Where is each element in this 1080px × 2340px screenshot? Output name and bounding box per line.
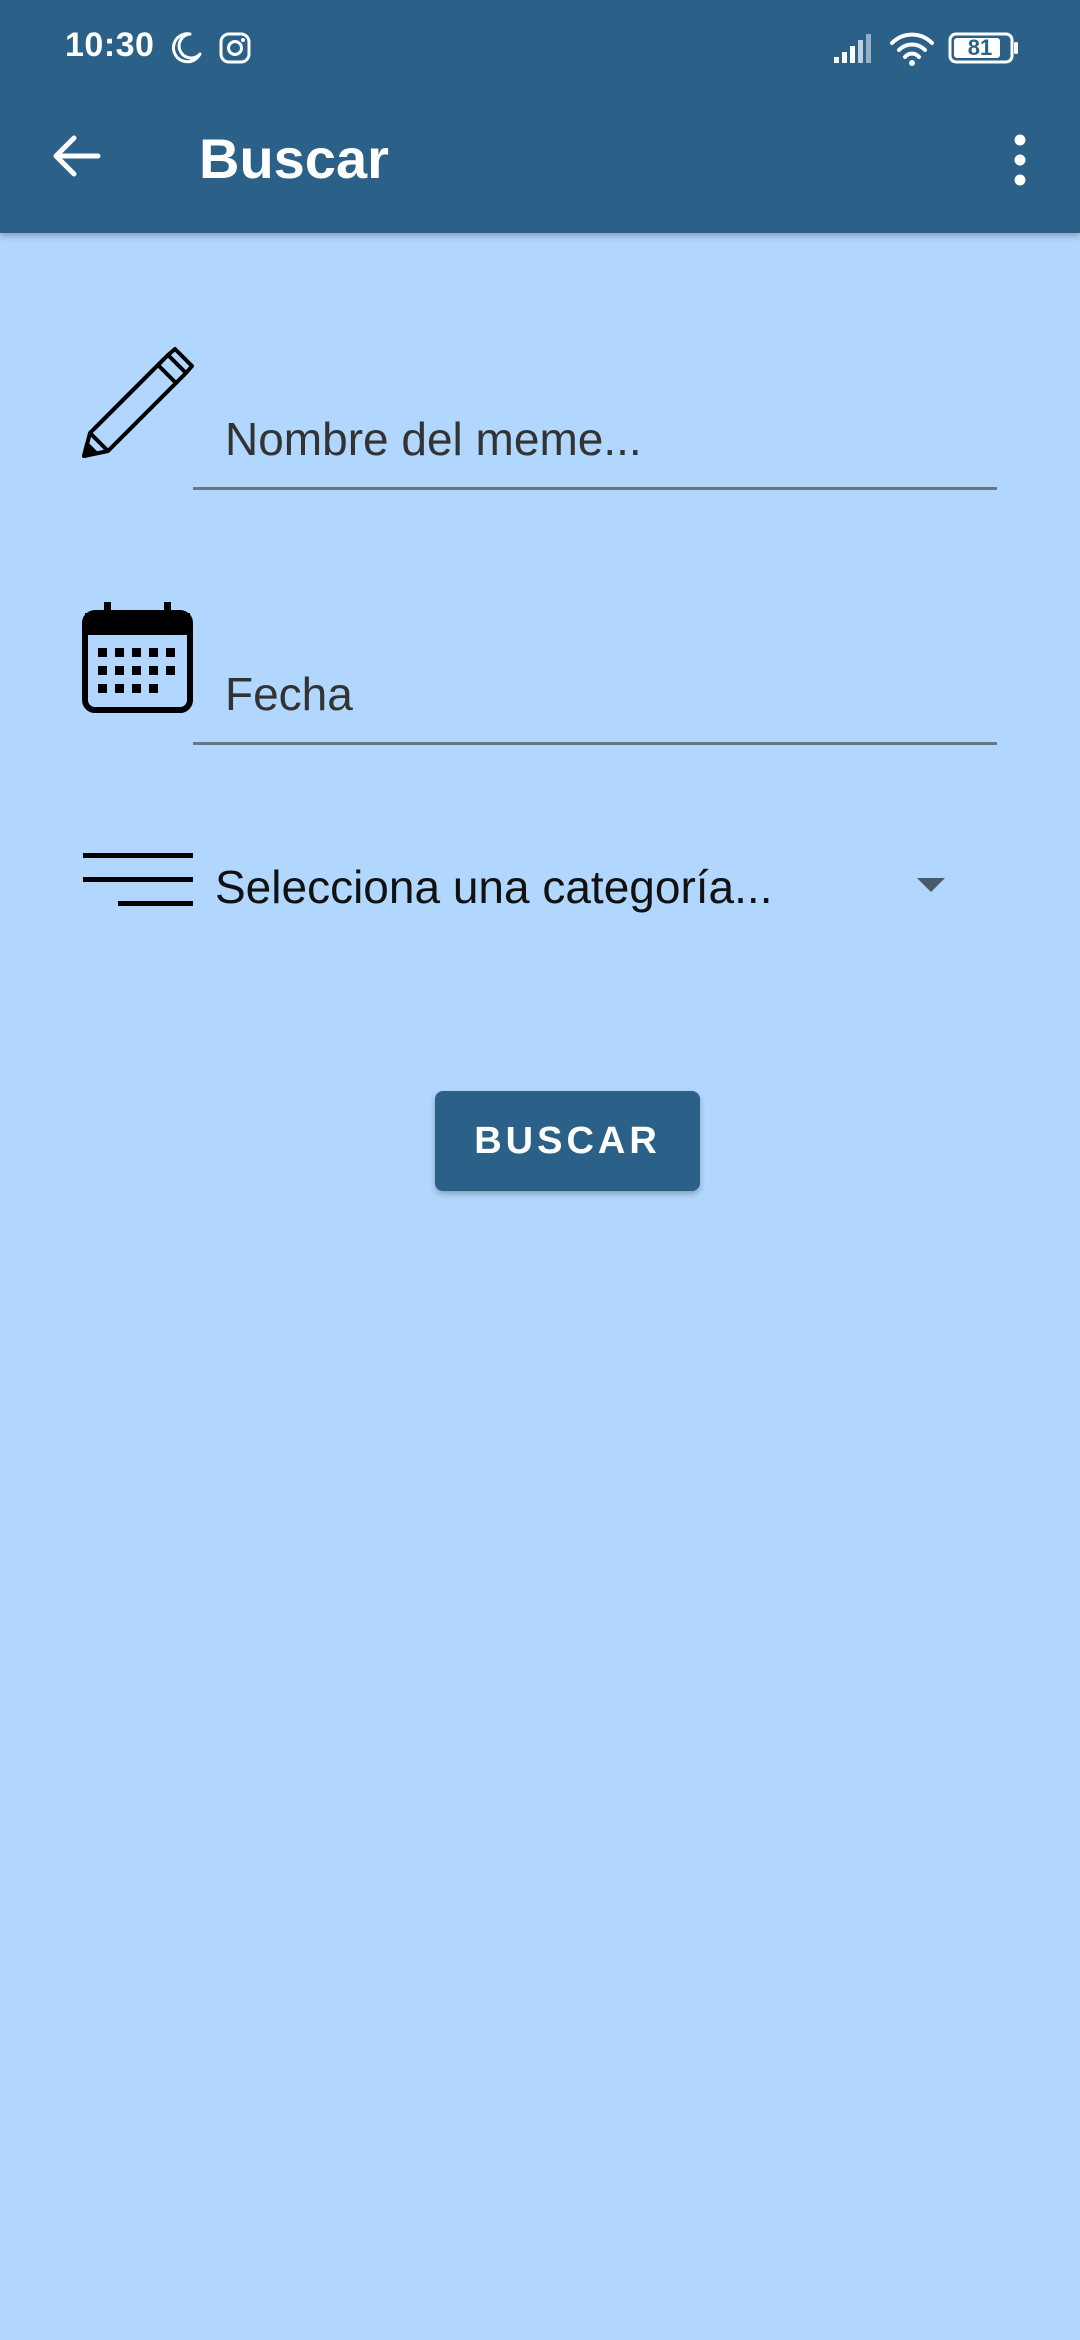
pencil-icon xyxy=(82,347,194,458)
calendar-icon xyxy=(82,602,193,713)
sort-lines-icon xyxy=(83,853,193,906)
category-selected-value: Selecciona una categoría... xyxy=(215,861,773,913)
more-vert-icon[interactable] xyxy=(1000,130,1040,190)
status-time: 10:30 xyxy=(65,26,155,64)
meme-name-input[interactable] xyxy=(193,390,997,490)
signal-icon xyxy=(834,34,871,63)
battery-level: 81 xyxy=(967,35,993,60)
page-title: Buscar xyxy=(199,127,389,190)
dropdown-arrow-icon xyxy=(917,878,945,892)
instagram-icon xyxy=(219,32,251,64)
date-input[interactable] xyxy=(193,645,997,745)
search-button[interactable]: BUSCAR xyxy=(435,1091,700,1191)
app-bar: 10:30 81 Buscar xyxy=(0,0,1080,233)
wifi-icon xyxy=(890,32,934,66)
back-arrow-icon[interactable] xyxy=(48,128,104,184)
category-select[interactable]: Selecciona una categoría... xyxy=(193,840,973,930)
status-bar: 10:30 81 xyxy=(0,0,1080,100)
moon-icon xyxy=(171,32,202,64)
